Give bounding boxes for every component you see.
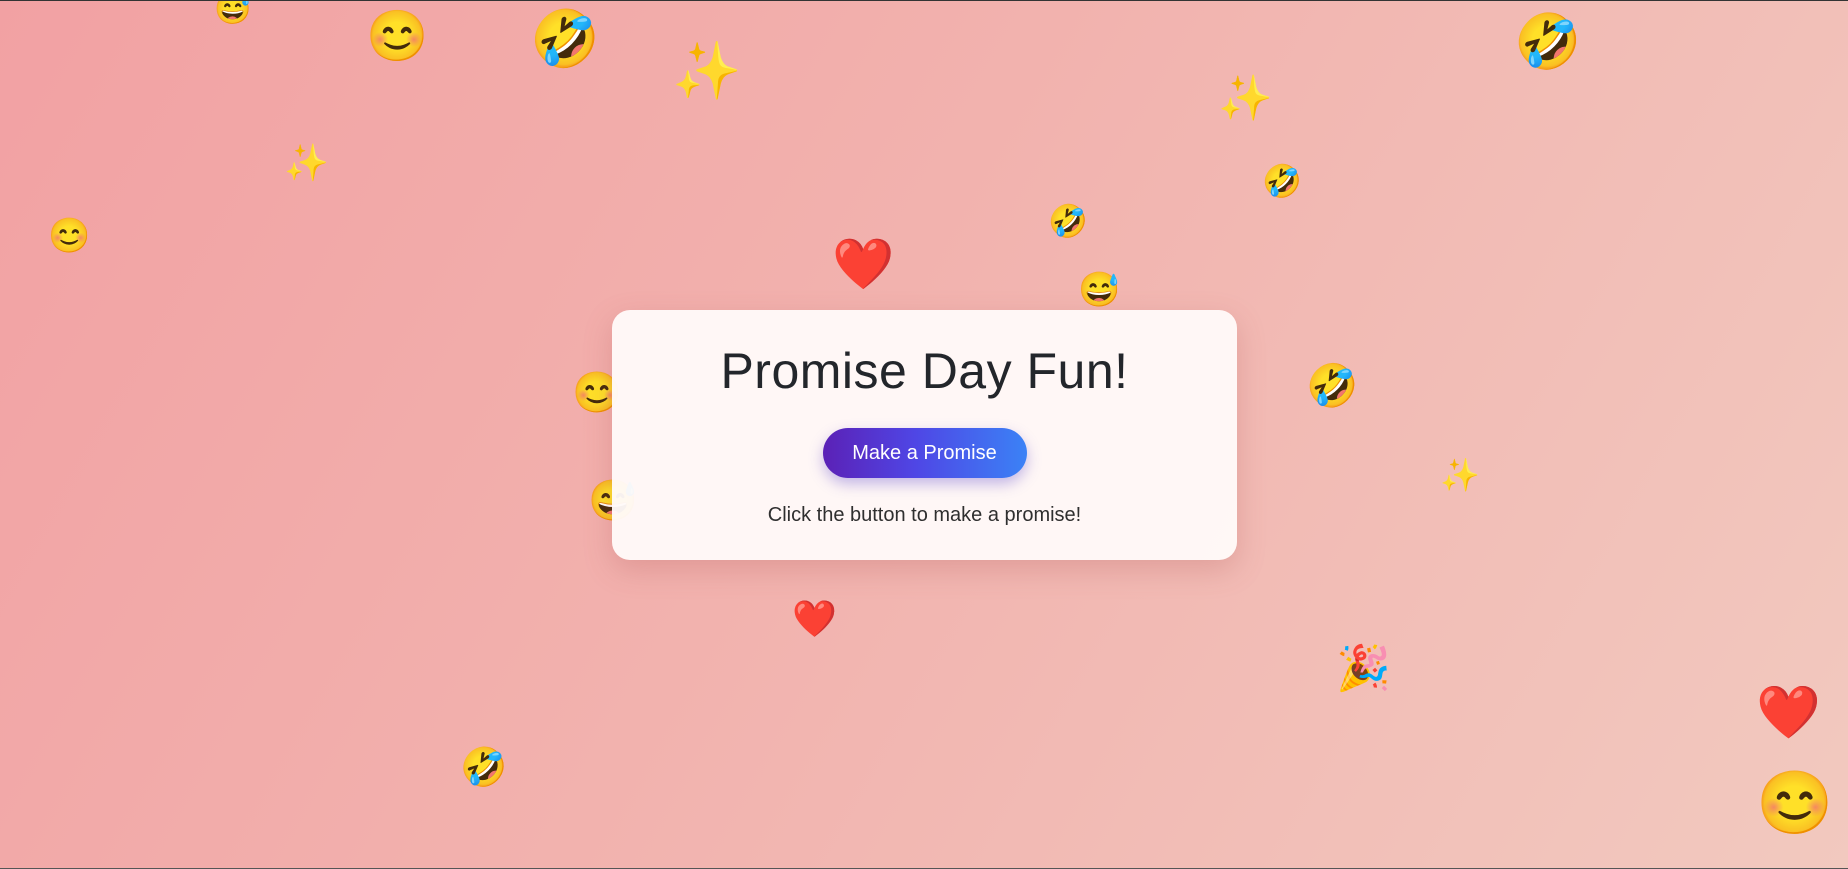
smiling-face-icon: 😊 [48,217,91,255]
page-title: Promise Day Fun! [720,343,1129,399]
rolling-laughing-icon: 🤣 [1048,203,1088,239]
rolling-laughing-icon: 🤣 [530,7,600,70]
sparkles-icon: ✨ [672,39,742,102]
red-heart-icon: ❤️ [832,236,895,292]
rolling-laughing-icon: 🤣 [1306,362,1359,409]
sparkles-icon: ✨ [1440,457,1480,493]
sparkles-icon: ✨ [1218,74,1273,123]
grinning-sweat-icon: 😅 [214,0,252,26]
party-popper-icon: 🎉 [1336,644,1391,693]
red-heart-icon: ❤️ [792,598,837,639]
promise-card: Promise Day Fun! Make a Promise Click th… [612,310,1237,560]
smiling-face-icon: 😊 [1756,769,1834,838]
rolling-laughing-icon: 🤣 [1262,163,1302,199]
sparkles-icon: ✨ [284,142,329,183]
promise-status-text: Click the button to make a promise! [767,504,1082,526]
red-heart-icon: ❤️ [1756,684,1821,742]
rolling-laughing-icon: 🤣 [460,747,508,789]
rolling-laughing-icon: 🤣 [1514,12,1582,72]
page-background: 😅 😊 🤣 ✨ 🤣 ✨ ✨ 🤣 😊 🤣 ❤️ 😅 😊 🤣 😅 ✨ ❤️ 🎉 ❤️… [0,0,1848,869]
smiling-face-icon: 😊 [366,8,429,64]
make-promise-button[interactable]: Make a Promise [822,428,1027,478]
grinning-sweat-icon: 😅 [1078,271,1121,309]
